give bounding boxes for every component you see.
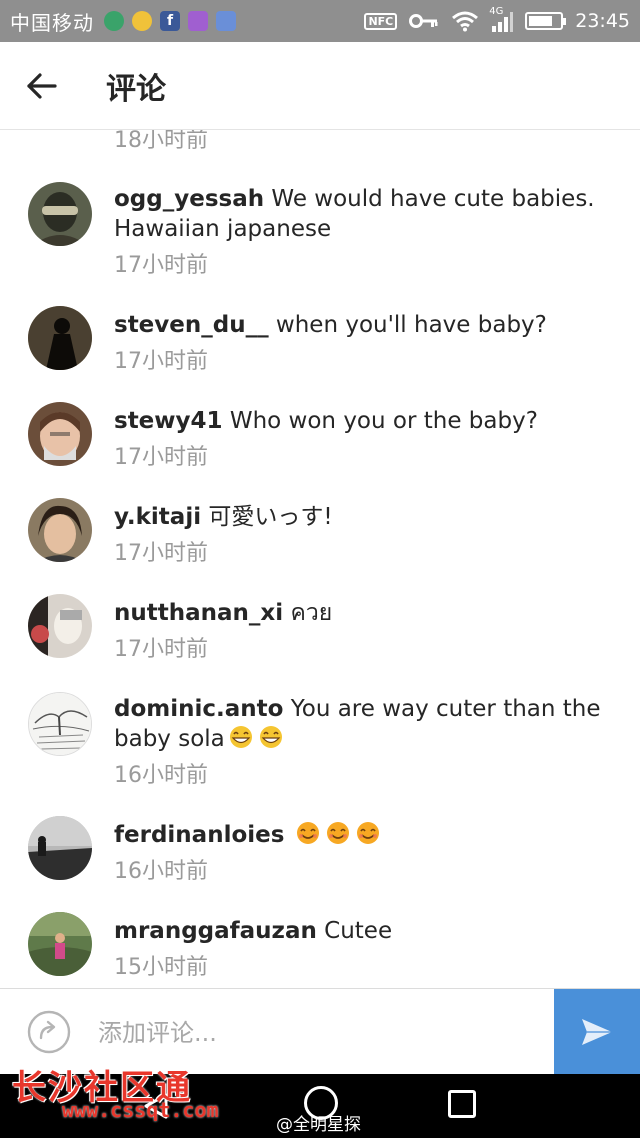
key-icon bbox=[409, 14, 438, 28]
avatar[interactable] bbox=[28, 594, 92, 658]
globe-icon bbox=[104, 11, 124, 31]
comment-time: 15小时前 bbox=[114, 955, 208, 980]
comment-username[interactable]: stewy41 bbox=[114, 408, 223, 434]
comment-time: 16小时前 bbox=[114, 859, 208, 884]
comment-username[interactable]: mranggafauzan bbox=[114, 918, 317, 944]
wifi-app-icon bbox=[216, 11, 236, 31]
comment-time: 17小时前 bbox=[114, 349, 208, 374]
send-button[interactable] bbox=[554, 989, 640, 1075]
grinning-face-emoji-icon bbox=[259, 726, 282, 748]
nav-recents-icon[interactable] bbox=[448, 1090, 476, 1118]
comment-username[interactable]: dominic.anto bbox=[114, 696, 283, 722]
comment-input[interactable] bbox=[98, 1013, 538, 1053]
facebook-icon: f bbox=[160, 11, 180, 31]
watermark-weibo: @全明星探 bbox=[276, 1115, 361, 1135]
comment-time: 17小时前 bbox=[114, 445, 208, 470]
avatar[interactable] bbox=[28, 912, 92, 976]
comment-time: 16小时前 bbox=[114, 763, 208, 788]
emoji-group bbox=[225, 726, 285, 752]
nfc-icon: NFC bbox=[364, 12, 398, 30]
comment-time: 17小时前 bbox=[114, 541, 208, 566]
carrier-name: 中国移动 bbox=[10, 10, 94, 35]
comment-text: Who won you or the baby? bbox=[229, 408, 538, 434]
page-title: 评论 bbox=[106, 71, 166, 107]
comments-screen: 中国移动 f NFC 4G 23:45 评论 18小时前 ogg_yessah … bbox=[0, 0, 640, 1138]
gallery-icon bbox=[188, 11, 208, 31]
back-button[interactable] bbox=[0, 42, 84, 130]
notification-icons: f bbox=[104, 11, 236, 31]
avatar[interactable] bbox=[28, 306, 92, 370]
comment-text: when you'll have baby? bbox=[275, 312, 547, 338]
rotate-arrow-icon bbox=[27, 1010, 71, 1054]
watermark-url: www.cssqt.com bbox=[62, 1098, 219, 1122]
wifi-icon bbox=[452, 11, 479, 32]
clock: 23:45 bbox=[575, 10, 630, 32]
comment-text: 可愛いっす! bbox=[208, 504, 333, 530]
comment-username[interactable]: ogg_yessah bbox=[114, 186, 264, 212]
comment-text: Cutee bbox=[324, 918, 393, 944]
attach-button[interactable] bbox=[26, 1009, 72, 1055]
paper-plane-icon bbox=[582, 1019, 612, 1045]
comment-text: ควย bbox=[290, 600, 333, 626]
arrow-left-icon bbox=[27, 72, 57, 99]
app-header: 评论 bbox=[0, 42, 640, 130]
emoji-app-icon bbox=[132, 11, 152, 31]
smiling-face-emoji-icon bbox=[356, 822, 379, 844]
smiling-face-emoji-icon bbox=[296, 822, 319, 844]
comments-list[interactable]: 18小时前 ogg_yessah We would have cute babi… bbox=[0, 116, 640, 988]
signal-icon: 4G bbox=[489, 6, 514, 32]
comment-time: 17小时前 bbox=[114, 637, 208, 662]
smiling-face-emoji-icon bbox=[326, 822, 349, 844]
comment-username[interactable]: steven_du__ bbox=[114, 312, 269, 338]
system-indicators: NFC 4G 23:45 bbox=[364, 6, 630, 32]
avatar[interactable] bbox=[28, 498, 92, 562]
battery-icon bbox=[525, 12, 567, 30]
avatar[interactable] bbox=[28, 402, 92, 466]
emoji-group bbox=[292, 822, 382, 848]
comment-username[interactable]: ferdinanloies bbox=[114, 822, 284, 848]
grinning-face-emoji-icon bbox=[229, 726, 252, 748]
comment-username[interactable]: nutthanan_xi bbox=[114, 600, 283, 626]
avatar[interactable] bbox=[28, 692, 92, 756]
avatar[interactable] bbox=[28, 182, 92, 246]
status-bar: 中国移动 f NFC 4G 23:45 bbox=[0, 0, 640, 42]
comment-time: 17小时前 bbox=[114, 253, 208, 278]
comment-username[interactable]: y.kitaji bbox=[114, 504, 201, 530]
avatar[interactable] bbox=[28, 816, 92, 880]
